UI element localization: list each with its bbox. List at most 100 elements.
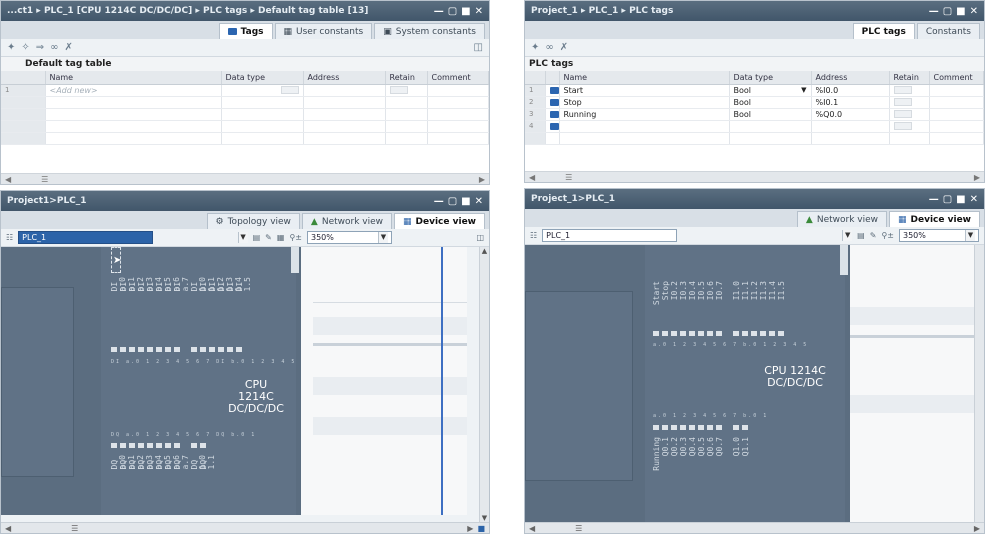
right-device-canvas[interactable]: Start Stop I0.2 I0.3 I0.4 I0.5 I0.6 I0.7 I1.0 I1.…	[525, 245, 850, 524]
chevron-down-icon[interactable]: ▼	[842, 230, 853, 241]
grid-icon[interactable]: ▦	[277, 233, 285, 242]
signal-board-left[interactable]	[1, 287, 74, 477]
scroll-left-icon[interactable]: ◀	[529, 524, 535, 533]
col-retain[interactable]: Retain	[385, 71, 428, 85]
maximize-icon[interactable]: ■	[461, 6, 470, 17]
save-icon[interactable]: ▤	[857, 231, 865, 240]
io-channel-label[interactable]: I0.6	[706, 281, 715, 300]
table-row[interactable]: 1 <Add new>	[1, 84, 489, 97]
device-tree-icon[interactable]: ☷	[530, 231, 537, 240]
left-rack-empty-area[interactable]	[301, 247, 467, 515]
zoom-icon[interactable]: ⚲±	[881, 231, 894, 240]
float-icon[interactable]: ▢	[448, 196, 457, 207]
browse-icon[interactable]	[280, 86, 299, 94]
io-channel-label[interactable]: Q0.3	[679, 437, 688, 456]
tab-user-constants[interactable]: ▦ User constants	[274, 23, 373, 39]
col-address[interactable]: Address	[811, 71, 890, 85]
col-data-type[interactable]: Data type	[729, 71, 812, 85]
left-device-vscroll[interactable]: ▲ ▼	[479, 247, 489, 522]
right-table-hscroll[interactable]: ◀ ☰ ▶	[525, 171, 984, 182]
io-channel-label[interactable]: I1.1	[741, 281, 750, 300]
pencil-icon[interactable]: ✎	[870, 231, 877, 240]
chevron-down-icon[interactable]: ▼	[801, 86, 806, 94]
col-comment[interactable]: Comment	[929, 71, 984, 85]
io-channel-label[interactable]: Q0.2	[670, 437, 679, 456]
io-channel-label[interactable]: I1.5	[777, 281, 786, 300]
retain-checkbox[interactable]	[893, 122, 912, 130]
monitor-icon[interactable]: ∞	[545, 42, 553, 53]
io-channel-label[interactable]: DI 1.5	[235, 277, 252, 291]
zoom-select[interactable]: 350% ▼	[899, 229, 979, 242]
scroll-right-icon[interactable]: ▶	[974, 173, 980, 182]
left-device-hscroll[interactable]: ◀ ☰ ▶ ■	[1, 522, 489, 533]
float-icon[interactable]: ▢	[943, 6, 952, 17]
io-channel-label[interactable]: Q0.4	[688, 437, 697, 456]
io-channel-label[interactable]: I0.3	[679, 281, 688, 300]
col-address[interactable]: Address	[303, 71, 386, 85]
tab-topology-view[interactable]: ⚙ Topology view	[206, 213, 300, 229]
table-settings-icon[interactable]: ◫	[474, 42, 483, 53]
maximize-icon[interactable]: ■	[956, 194, 965, 205]
maximize-icon[interactable]: ■	[956, 6, 965, 17]
scroll-left-icon[interactable]: ◀	[529, 173, 535, 182]
scroll-left-icon[interactable]: ◀	[5, 175, 11, 184]
retain-checkbox[interactable]	[893, 98, 912, 106]
io-channel-label[interactable]: Q1.1	[741, 437, 750, 456]
io-channel-label[interactable]: Start	[652, 281, 661, 305]
scroll-down-icon[interactable]: ▼	[480, 514, 489, 522]
col-retain[interactable]: Retain	[889, 71, 930, 85]
save-icon[interactable]: ▤	[253, 233, 261, 242]
layout-icon[interactable]: ◫	[476, 233, 484, 242]
chevron-down-icon[interactable]: ▼	[378, 232, 388, 243]
device-select[interactable]: PLC_1	[542, 229, 678, 242]
io-channel-label[interactable]: I0.4	[688, 281, 697, 300]
tag-name-cell[interactable]: Stop	[559, 96, 730, 109]
add-tag-icon[interactable]: ✦	[7, 42, 15, 53]
overview-icon[interactable]: ■	[477, 524, 485, 533]
data-type-cell[interactable]: Bool	[729, 96, 812, 109]
io-channel-label[interactable]: Q0.6	[706, 437, 715, 456]
scroll-right-icon[interactable]: ▶	[479, 175, 485, 184]
io-channel-label[interactable]: Q0.7	[715, 437, 724, 456]
device-select[interactable]: PLC_1	[18, 231, 154, 244]
col-data-type[interactable]: Data type	[221, 71, 304, 85]
io-channel-label[interactable]: DI a.7	[173, 277, 190, 291]
address-cell[interactable]: %I0.0	[811, 84, 890, 97]
table-row[interactable]: 2 Stop Bool %I0.1	[525, 96, 984, 109]
data-type-cell[interactable]	[221, 84, 304, 97]
chevron-down-icon[interactable]: ▼	[237, 232, 248, 243]
float-icon[interactable]: ▢	[943, 194, 952, 205]
scroll-thumb-icon[interactable]: ☰	[71, 524, 78, 533]
right-device-hscroll[interactable]: ◀ ☰ ▶	[525, 522, 984, 533]
minimize-icon[interactable]: —	[434, 6, 444, 17]
address-cell[interactable]: %Q0.0	[811, 108, 890, 121]
export-icon[interactable]: ⇒	[36, 42, 44, 53]
monitor-icon[interactable]: ∞	[50, 42, 58, 53]
scroll-thumb-icon[interactable]: ☰	[41, 175, 48, 184]
scroll-thumb-icon[interactable]: ☰	[575, 524, 582, 533]
scroll-left-icon[interactable]: ◀	[5, 524, 11, 533]
minimize-icon[interactable]: —	[929, 194, 939, 205]
col-name[interactable]: Name	[559, 71, 730, 85]
tag-name-cell[interactable]	[559, 120, 730, 133]
signal-board-left[interactable]	[525, 291, 633, 481]
io-channel-label[interactable]: I1.0	[732, 281, 741, 300]
io-channel-label[interactable]: Running	[652, 437, 661, 471]
table-row[interactable]: 1 Start Bool ▼ %I0.0	[525, 84, 984, 97]
float-icon[interactable]: ▢	[448, 6, 457, 17]
io-channel-label[interactable]: DQ a.7	[173, 455, 190, 469]
io-channel-label[interactable]: Q0.1	[661, 437, 670, 456]
minimize-icon[interactable]: —	[434, 196, 444, 207]
io-channel-label[interactable]: Q1.0	[732, 437, 741, 456]
zoom-select[interactable]: 350% ▼	[307, 231, 392, 244]
scroll-right-icon[interactable]: ▶	[467, 524, 473, 533]
tab-network-view[interactable]: ▲ Network view	[301, 213, 393, 229]
scroll-right-icon[interactable]: ▶	[974, 524, 980, 533]
insert-row-icon[interactable]: ✧	[21, 42, 29, 53]
col-comment[interactable]: Comment	[427, 71, 489, 85]
retain-checkbox[interactable]	[893, 110, 912, 118]
address-cell[interactable]: %I0.1	[811, 96, 890, 109]
pencil-icon[interactable]: ✎	[265, 233, 272, 242]
close-icon[interactable]: ✕	[475, 196, 483, 207]
add-tag-icon[interactable]: ✦	[531, 42, 539, 53]
